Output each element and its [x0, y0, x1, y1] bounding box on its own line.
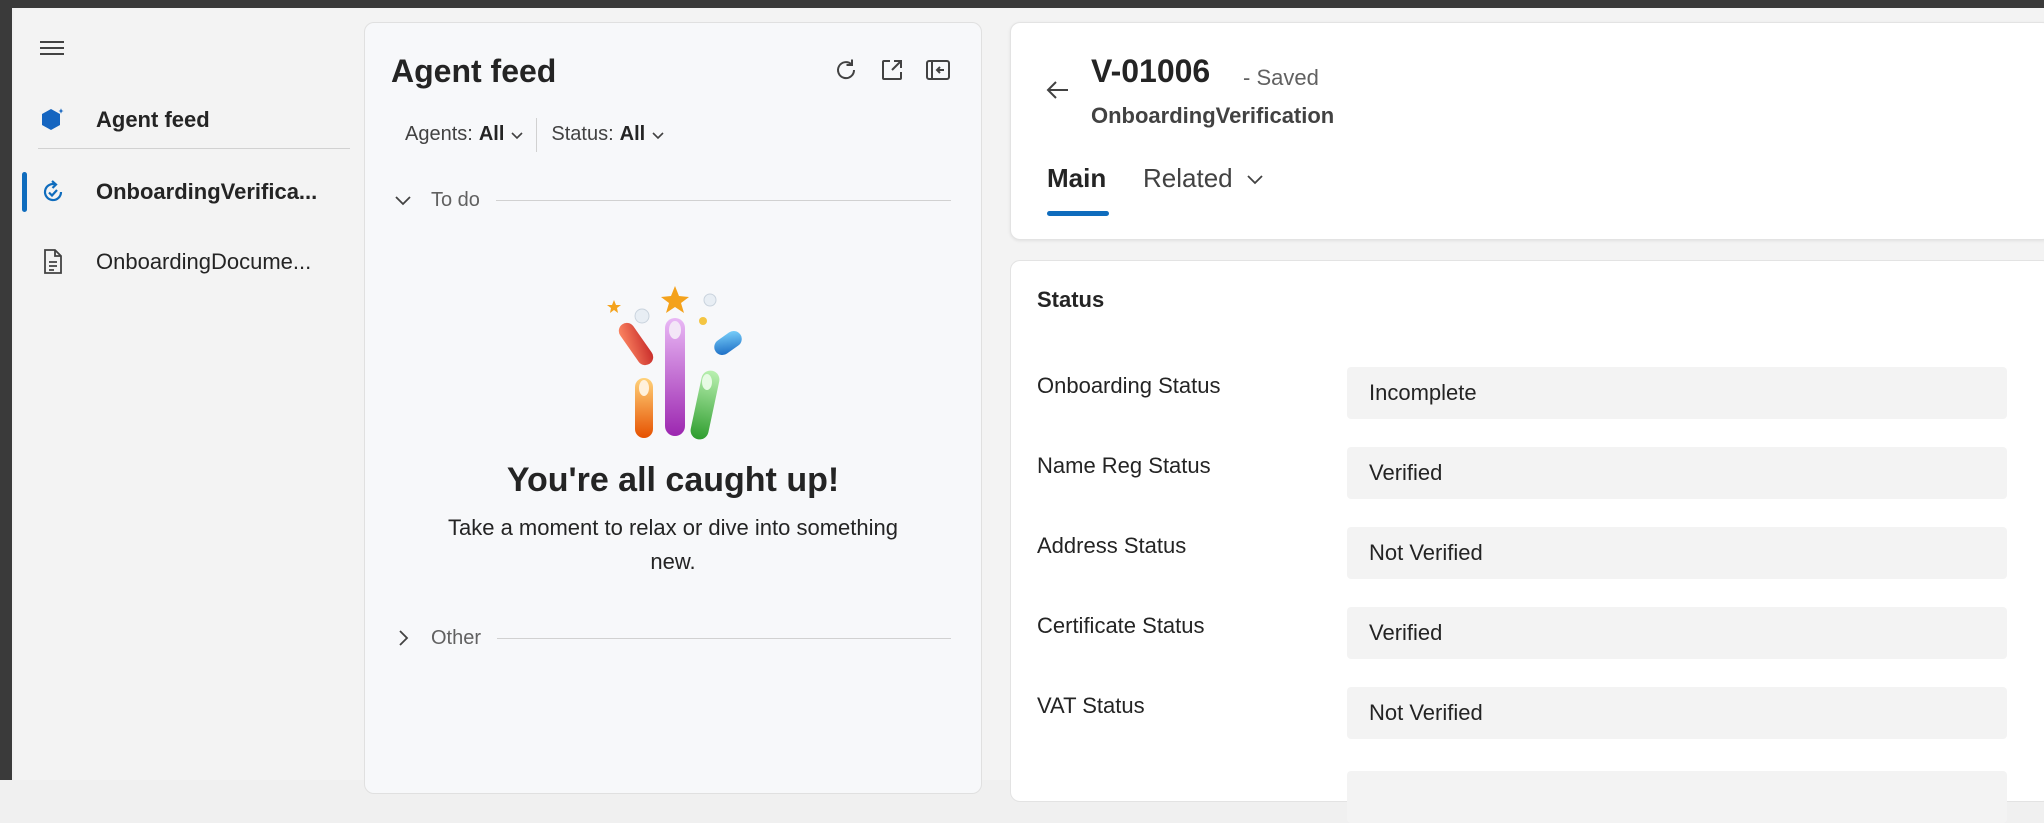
feed-filters: Agents: All Status: All: [391, 117, 677, 152]
record-entity-name: OnboardingVerification: [1091, 103, 1335, 128]
field-label: Onboarding Status: [1037, 373, 1221, 398]
nav-item-onboarding-verification[interactable]: OnboardingVerifica...: [14, 164, 350, 220]
refresh-icon[interactable]: [831, 55, 861, 85]
nav-item-agent-feed[interactable]: Agent feed: [14, 92, 350, 148]
tab-label: Related: [1143, 163, 1233, 193]
tab-main[interactable]: Main: [1047, 163, 1106, 194]
field-label: VAT Status: [1037, 693, 1145, 718]
back-arrow-icon[interactable]: [1041, 73, 1075, 107]
section-todo-header[interactable]: To do: [391, 185, 951, 215]
nav-item-label: OnboardingDocume...: [96, 249, 312, 274]
chevron-down-icon: [652, 131, 664, 139]
section-label: To do: [431, 188, 480, 211]
filter-label: Status:: [551, 123, 614, 145]
field-label: Address Status: [1037, 533, 1187, 558]
left-nav: Agent feed OnboardingVerifica... Onboard…: [14, 8, 354, 780]
onboarding-status-field[interactable]: Incomplete: [1347, 367, 2007, 419]
tab-selected-indicator: [1047, 211, 1109, 216]
field-label: Name Reg Status: [1037, 453, 1211, 478]
window-frame-left: [0, 0, 12, 780]
nav-divider: [38, 148, 350, 149]
status-filter[interactable]: Status: All: [537, 117, 677, 152]
field-label: Certificate Status: [1037, 613, 1205, 638]
app-window: Agent feed OnboardingVerifica... Onboard…: [14, 8, 2044, 823]
chevron-right-icon: [391, 626, 415, 650]
task-refresh-icon: [38, 177, 68, 207]
name-reg-status-field[interactable]: Verified: [1347, 447, 2007, 499]
window-frame-top: [0, 0, 2044, 8]
record-title: V-01006: [1091, 53, 1211, 89]
nav-item-label: OnboardingVerifica...: [96, 179, 318, 204]
chevron-down-icon: [1246, 174, 1263, 184]
nav-item-label: Agent feed: [96, 107, 210, 132]
tab-label: Main: [1047, 163, 1107, 193]
agent-feed-panel: Agent feed Agents: All Status: All To do…: [364, 22, 982, 794]
filter-value: All: [619, 123, 646, 145]
section-title: Status: [1037, 287, 1105, 312]
cut-off-field[interactable]: [1347, 771, 2007, 823]
chevron-down-icon: [511, 131, 523, 139]
hamburger-menu-icon[interactable]: [38, 34, 66, 62]
feed-title: Agent feed: [391, 53, 557, 89]
document-icon: [38, 247, 68, 277]
expand-icon[interactable]: [877, 55, 907, 85]
save-status: - Saved: [1243, 65, 1319, 90]
celebration-illustration: [607, 286, 742, 440]
section-divider: [497, 637, 951, 639]
tab-related[interactable]: Related: [1143, 163, 1265, 194]
section-other-header[interactable]: Other: [391, 623, 951, 653]
chevron-down-icon: [391, 188, 415, 212]
address-status-field[interactable]: Not Verified: [1347, 527, 2007, 579]
collapse-panel-icon[interactable]: [923, 55, 953, 85]
empty-state-subtitle: Take a moment to relax or dive into some…: [447, 515, 898, 574]
certificate-status-field[interactable]: Verified: [1347, 607, 2007, 659]
status-section-card: Status Onboarding Status Incomplete Name…: [1010, 260, 2044, 823]
agent-sparkle-icon: [38, 105, 68, 135]
filter-label: Agents:: [405, 123, 473, 145]
empty-state-title: You're all caught up!: [506, 461, 840, 499]
feed-toolbar: [831, 55, 953, 85]
section-label: Other: [431, 626, 482, 649]
record-header-card: V-01006 - Saved OnboardingVerification M…: [1010, 22, 2044, 240]
nav-item-onboarding-document[interactable]: OnboardingDocume...: [14, 234, 350, 290]
section-divider: [495, 199, 951, 201]
selected-indicator: [22, 172, 27, 212]
filter-value: All: [478, 123, 505, 145]
vat-status-field[interactable]: Not Verified: [1347, 687, 2007, 739]
agents-filter[interactable]: Agents: All: [391, 117, 536, 152]
